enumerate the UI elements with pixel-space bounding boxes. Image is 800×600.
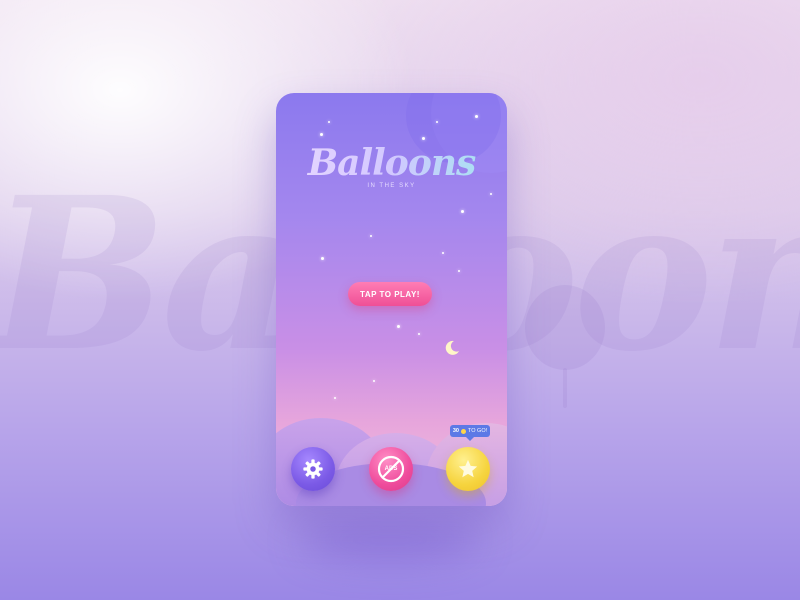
game-logo: Balloons IN THE SKY	[276, 145, 507, 189]
tap-to-play-button[interactable]: TAP TO PLAY!	[348, 282, 432, 306]
star-decoration	[490, 193, 492, 195]
star-decoration	[373, 380, 375, 382]
star-decoration	[321, 257, 324, 260]
no-ads-icon: ADS	[377, 455, 405, 483]
goal-tooltip: 30 TO GO!	[450, 425, 490, 441]
star-decoration	[334, 397, 336, 399]
background-balloon-string	[563, 368, 567, 408]
phone-shadow	[300, 520, 480, 560]
star-decoration	[422, 137, 425, 140]
game-screen[interactable]: Balloons IN THE SKY TAP TO PLAY! ADS 30 …	[276, 93, 507, 506]
star-decoration	[418, 333, 420, 335]
ads-label: ADS	[384, 466, 398, 472]
star-decoration	[436, 121, 438, 123]
star-decoration	[475, 115, 478, 118]
star-decoration	[370, 235, 372, 237]
remove-ads-button[interactable]: ADS	[369, 447, 413, 491]
star-decoration	[458, 270, 460, 272]
goal-label: TO GO!	[467, 428, 488, 434]
background-balloon-decoration	[525, 285, 605, 370]
star-icon	[458, 459, 478, 478]
logo-title: Balloons	[276, 145, 507, 181]
star-decoration	[320, 133, 323, 136]
coin-icon	[460, 428, 466, 434]
gear-icon	[303, 459, 323, 479]
settings-button[interactable]	[291, 447, 335, 491]
star-decoration	[461, 210, 464, 213]
star-decoration	[442, 252, 444, 254]
rate-star-button[interactable]	[446, 447, 490, 491]
goal-count: 30	[452, 428, 459, 434]
star-decoration	[397, 325, 400, 328]
star-decoration	[328, 121, 330, 123]
moon-icon	[445, 340, 459, 355]
